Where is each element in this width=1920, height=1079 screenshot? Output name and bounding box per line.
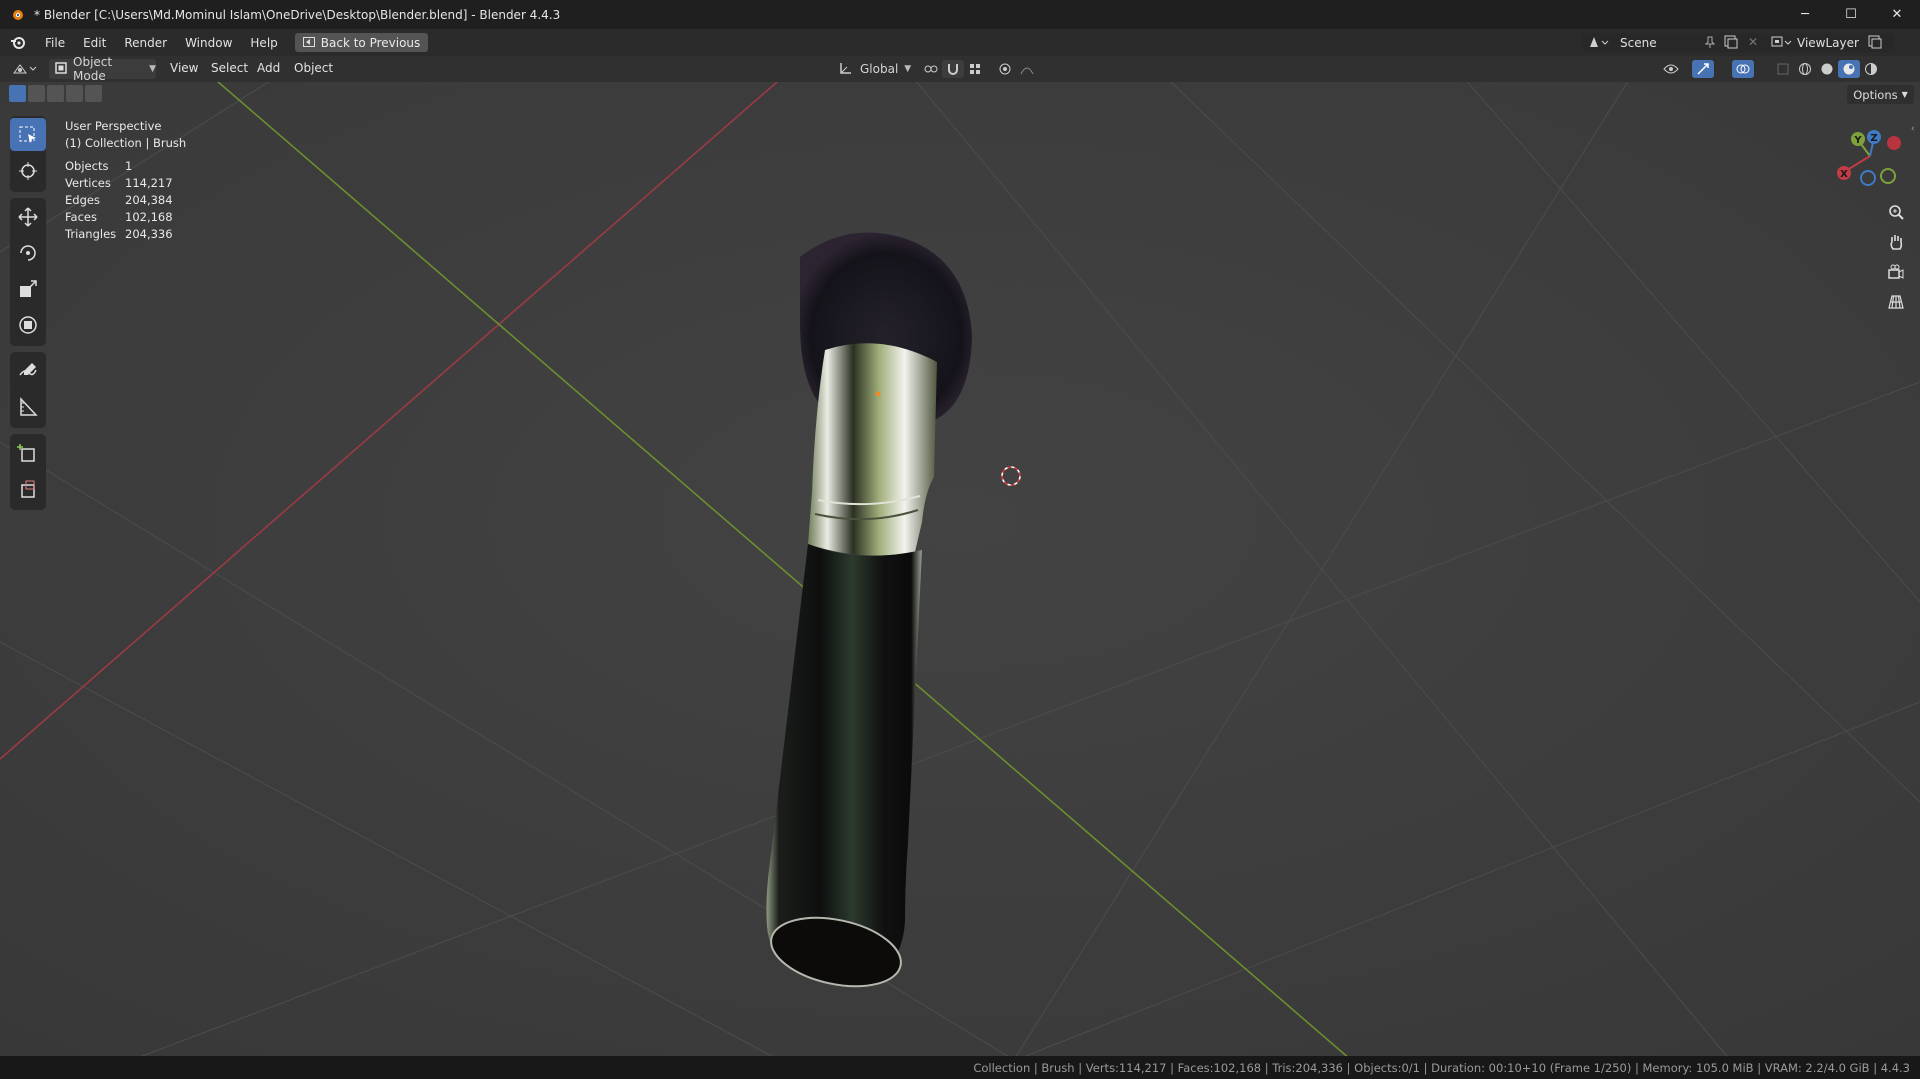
- gizmo-z-label: Z: [1870, 133, 1877, 144]
- editor-type-icon[interactable]: [12, 61, 40, 80]
- menu-window[interactable]: Window: [176, 36, 241, 50]
- proportional-editing-icon[interactable]: [994, 60, 1016, 78]
- chevron-down-icon: ▼: [904, 64, 912, 74]
- rendered-shading-icon[interactable]: [1860, 60, 1882, 78]
- active-collection-label: (1) Collection | Brush: [65, 136, 187, 150]
- options-label: Options: [1853, 87, 1898, 102]
- select-box-tool[interactable]: [10, 118, 46, 151]
- viewport-stats-overlay: User Perspective (1) Collection | Brush …: [65, 118, 186, 243]
- snap-toggle-icon[interactable]: [942, 60, 964, 78]
- pin-icon[interactable]: [1704, 35, 1716, 52]
- viewport-background: [0, 82, 1920, 1056]
- transform-tool[interactable]: [10, 308, 46, 341]
- stat-row-triangles: Triangles 204,336: [65, 227, 173, 241]
- select-intersect-icon[interactable]: [85, 85, 102, 102]
- snap-target-icon[interactable]: [964, 60, 986, 78]
- pivot-point-icon[interactable]: [920, 60, 942, 78]
- title-bar: * Blender [C:\Users\Md.Mominul Islam\One…: [0, 0, 1920, 29]
- view-layer-icon: [1771, 35, 1793, 52]
- mode-label: Object Mode: [73, 55, 113, 83]
- sidebar-toggle-icon[interactable]: ‹: [1911, 124, 1915, 134]
- gizmo-toggle-icon[interactable]: [1692, 60, 1714, 78]
- status-bar: Collection | Brush | Verts:114,217 | Fac…: [0, 1056, 1920, 1079]
- select-invert-icon[interactable]: [66, 85, 83, 102]
- stat-row-objects: Objects 1: [65, 159, 133, 173]
- falloff-icon[interactable]: [1016, 60, 1038, 78]
- menu-edit[interactable]: Edit: [74, 36, 115, 50]
- select-subtract-icon[interactable]: [47, 85, 64, 102]
- gizmo-x-label: X: [1840, 169, 1848, 180]
- zoom-icon[interactable]: [1884, 200, 1908, 224]
- object-origin: [875, 391, 881, 397]
- maximize-button[interactable]: ☐: [1828, 0, 1874, 29]
- rotate-tool[interactable]: [10, 236, 46, 269]
- gizmo-y-label: Y: [1853, 135, 1862, 146]
- scene-name: Scene: [1620, 35, 1657, 50]
- select-extend-icon[interactable]: [28, 85, 45, 102]
- header-menu-object[interactable]: Object: [294, 61, 333, 75]
- menu-help[interactable]: Help: [241, 36, 286, 50]
- navigation-gizmo[interactable]: Y Z X: [1832, 126, 1908, 188]
- blender-logo-icon: [10, 7, 26, 23]
- menu-render[interactable]: Render: [115, 36, 176, 50]
- blender-menu-icon[interactable]: [10, 36, 30, 50]
- scene-selector[interactable]: Scene ✕: [1582, 33, 1772, 52]
- close-button[interactable]: ✕: [1874, 0, 1920, 29]
- add-object-tool[interactable]: [10, 472, 46, 505]
- orientation-icon: [838, 61, 854, 78]
- gizmo-neg-x[interactable]: [1887, 136, 1901, 150]
- xray-icon[interactable]: [1772, 60, 1794, 78]
- header-menu-select[interactable]: Select: [211, 61, 248, 75]
- solid-shading-icon[interactable]: [1816, 60, 1838, 78]
- back-to-previous-label: Back to Previous: [320, 35, 421, 50]
- transform-orientation-dropdown[interactable]: Global ▼: [838, 59, 911, 79]
- object-mode-icon: [55, 61, 67, 77]
- mode-dropdown[interactable]: Object Mode ▼: [49, 55, 156, 83]
- status-bar-text: Collection | Brush | Verts:114,217 | Fac…: [973, 1060, 1910, 1075]
- gizmo-neg-y[interactable]: [1880, 168, 1896, 184]
- stat-row-vertices: Vertices 114,217: [65, 176, 173, 190]
- overlays-toggle-icon[interactable]: [1732, 60, 1754, 78]
- perspective-toggle-icon[interactable]: [1884, 290, 1908, 314]
- brush-ferrule: [808, 343, 937, 556]
- scene-icon: [1588, 35, 1610, 52]
- back-icon: [302, 36, 315, 50]
- chevron-down-icon: ▼: [149, 64, 156, 74]
- menu-file[interactable]: File: [36, 36, 74, 50]
- perspective-label: User Perspective: [65, 119, 162, 133]
- add-cube-tool[interactable]: [10, 436, 46, 469]
- delete-scene-icon[interactable]: ✕: [1748, 35, 1758, 49]
- move-tool[interactable]: [10, 200, 46, 233]
- stat-row-faces: Faces 102,168: [65, 210, 173, 224]
- wireframe-shading-icon[interactable]: [1794, 60, 1816, 78]
- scale-tool[interactable]: [10, 272, 46, 305]
- minimize-button[interactable]: ─: [1782, 0, 1828, 29]
- gizmo-neg-z[interactable]: [1860, 170, 1876, 186]
- selection-mode-buttons: [9, 85, 102, 102]
- orientation-label: Global: [860, 62, 899, 76]
- chevron-down-icon: ▼: [1901, 90, 1908, 99]
- viewport-canvas: [0, 82, 1920, 1056]
- view-layer-selector[interactable]: ViewLayer: [1765, 33, 1895, 52]
- pan-hand-icon[interactable]: [1884, 230, 1908, 254]
- stat-row-edges: Edges 204,384: [65, 193, 173, 207]
- visibility-icon[interactable]: [1660, 60, 1682, 78]
- header-menu-view[interactable]: View: [170, 61, 198, 75]
- new-view-layer-icon[interactable]: [1868, 35, 1882, 52]
- new-scene-icon[interactable]: [1724, 35, 1738, 52]
- material-preview-icon[interactable]: [1838, 60, 1860, 78]
- select-new-icon[interactable]: [9, 85, 26, 102]
- 3d-viewport[interactable]: [0, 82, 1920, 1056]
- camera-view-icon[interactable]: [1884, 260, 1908, 284]
- back-to-previous-button[interactable]: Back to Previous: [294, 33, 429, 52]
- tool-shelf: [8, 116, 48, 516]
- annotate-tool[interactable]: [10, 354, 46, 387]
- window-title: * Blender [C:\Users\Md.Mominul Islam\One…: [34, 7, 561, 22]
- measure-tool[interactable]: [10, 390, 46, 423]
- cursor-tool[interactable]: [10, 154, 46, 187]
- view-layer-name: ViewLayer: [1797, 35, 1859, 50]
- options-button[interactable]: Options ▼: [1847, 85, 1914, 104]
- header-menu-add[interactable]: Add: [257, 61, 280, 75]
